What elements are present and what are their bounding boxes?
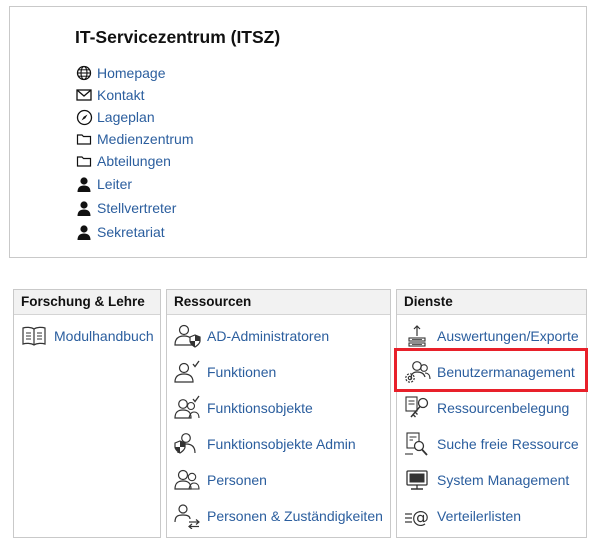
item-ad-administratoren[interactable]: AD-Administratoren [173, 318, 390, 354]
item-funktionsobjekte-admin[interactable]: Funktionsobjekte Admin [173, 426, 390, 462]
link-label[interactable]: Stellvertreter [97, 200, 176, 216]
link-stellvertreter[interactable]: Stellvertreter [75, 196, 194, 220]
item-label[interactable]: Modulhandbuch [54, 328, 154, 344]
item-label[interactable]: Funktionsobjekte Admin [207, 436, 356, 452]
panel-list: AD-Administratoren Funktionen Funktionso… [167, 315, 390, 534]
globe-icon [75, 64, 93, 82]
institution-card: IT-Servicezentrum (ITSZ) Homepage Kontak… [9, 6, 587, 258]
folder-icon [75, 152, 93, 170]
panel-ressourcen: Ressourcen AD-Administratoren Funktionen… [166, 289, 391, 538]
link-label[interactable]: Kontakt [97, 87, 144, 103]
folder-icon [75, 130, 93, 148]
item-benutzermanagement[interactable]: Benutzermanagement [403, 354, 586, 390]
link-sekretariat[interactable]: Sekretariat [75, 220, 194, 244]
item-label[interactable]: Ressourcenbelegung [437, 400, 569, 416]
item-ressourcenbelegung[interactable]: Ressourcenbelegung [403, 390, 586, 426]
item-label[interactable]: Personen [207, 472, 267, 488]
panel-title: Ressourcen [167, 290, 390, 315]
panel-dienste: Dienste Auswertungen/Exporte Benutzerman… [396, 289, 587, 538]
panel-title: Dienste [397, 290, 586, 315]
resource-search-icon [403, 430, 431, 458]
item-label[interactable]: Verteilerlisten [437, 508, 521, 524]
item-funktionen[interactable]: Funktionen [173, 354, 390, 390]
item-label[interactable]: Suche freie Ressource [437, 436, 579, 452]
card-title: IT-Servicezentrum (ITSZ) [75, 27, 281, 47]
link-abteilungen[interactable]: Abteilungen [75, 150, 194, 172]
item-label[interactable]: Funktionsobjekte [207, 400, 313, 416]
link-label[interactable]: Lageplan [97, 109, 155, 125]
item-suche-freie-ressource[interactable]: Suche freie Ressource [403, 426, 586, 462]
svg-text:@: @ [412, 508, 429, 528]
item-label[interactable]: Benutzermanagement [437, 364, 575, 380]
item-funktionsobjekte[interactable]: Funktionsobjekte [173, 390, 390, 426]
panel-list: Auswertungen/Exporte Benutzermanagement … [397, 315, 586, 534]
mailing-list-icon: @ [403, 502, 431, 530]
item-auswertungen-exporte[interactable]: Auswertungen/Exporte [403, 318, 586, 354]
item-label[interactable]: System Management [437, 472, 569, 488]
users-icon [173, 466, 201, 494]
book-icon [20, 322, 48, 350]
link-label[interactable]: Sekretariat [97, 224, 165, 240]
envelope-icon [75, 86, 93, 104]
export-icon [403, 322, 431, 350]
link-lageplan[interactable]: Lageplan [75, 106, 194, 128]
users-shield-icon [173, 430, 201, 458]
item-personen-zustaendigkeiten[interactable]: Personen & Zuständigkeiten [173, 498, 390, 534]
item-personen[interactable]: Personen [173, 462, 390, 498]
link-kontakt[interactable]: Kontakt [75, 84, 194, 106]
item-label[interactable]: Auswertungen/Exporte [437, 328, 579, 344]
institution-links: Homepage Kontakt Lageplan Medienzentrum … [75, 62, 194, 244]
item-label[interactable]: Funktionen [207, 364, 276, 380]
panel-title: Forschung & Lehre [14, 290, 160, 315]
link-label[interactable]: Medienzentrum [97, 131, 194, 147]
link-label[interactable]: Leiter [97, 176, 132, 192]
item-verteilerlisten[interactable]: @ Verteilerlisten [403, 498, 586, 534]
key-icon [403, 394, 431, 422]
link-homepage[interactable]: Homepage [75, 62, 194, 84]
item-modulhandbuch[interactable]: Modulhandbuch [20, 318, 160, 354]
user-transfer-icon [173, 502, 201, 530]
users-check-icon [173, 394, 201, 422]
monitor-icon [403, 466, 431, 494]
person-icon [75, 199, 93, 217]
link-label[interactable]: Abteilungen [97, 153, 171, 169]
person-icon [75, 175, 93, 193]
link-label[interactable]: Homepage [97, 65, 166, 81]
user-check-icon [173, 358, 201, 386]
item-system-management[interactable]: System Management [403, 462, 586, 498]
panel-list: Modulhandbuch [14, 315, 160, 354]
compass-icon [75, 108, 93, 126]
users-gear-icon [403, 358, 431, 386]
person-icon [75, 223, 93, 241]
users-admin-icon [173, 322, 201, 350]
panel-forschung-lehre: Forschung & Lehre Modulhandbuch [13, 289, 161, 538]
link-medienzentrum[interactable]: Medienzentrum [75, 128, 194, 150]
item-label[interactable]: Personen & Zuständigkeiten [207, 508, 383, 524]
link-leiter[interactable]: Leiter [75, 172, 194, 196]
item-label[interactable]: AD-Administratoren [207, 328, 329, 344]
